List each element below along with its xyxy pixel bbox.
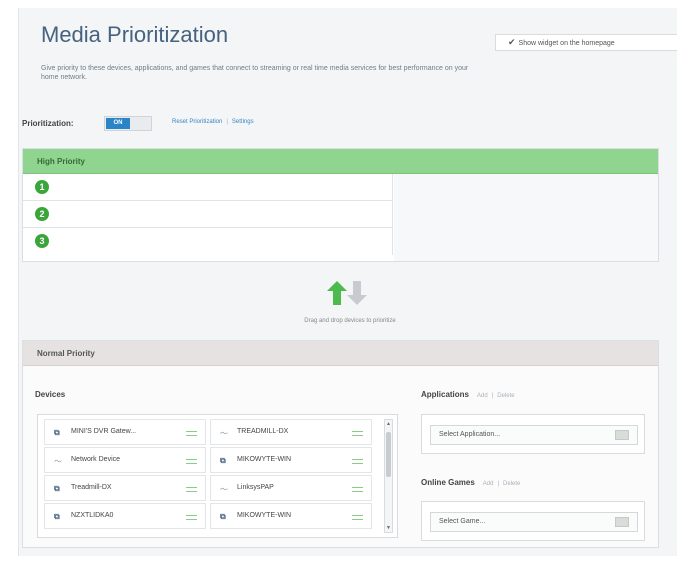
device-item[interactable]: 〜 Network Device <box>44 447 206 473</box>
drag-handle-icon[interactable] <box>352 487 363 492</box>
games-label-row: Online Games Add | Delete <box>421 478 520 487</box>
device-name: LinksysPAP <box>237 484 274 491</box>
page-description: Give priority to these devices, applicat… <box>41 65 469 81</box>
device-name: TREADMILL-DX <box>237 428 289 435</box>
applications-label: Applications <box>421 390 470 399</box>
applications-delete-link[interactable]: Delete <box>497 393 514 399</box>
link-separator: | <box>226 119 228 125</box>
show-widget-button[interactable]: ✔ Show widget on the homepage <box>495 34 677 51</box>
games-delete-link[interactable]: Delete <box>503 481 520 487</box>
games-add-link[interactable]: Add <box>483 481 494 487</box>
show-widget-label: Show widget on the homepage <box>518 40 615 47</box>
online-games-label: Online Games <box>421 478 475 487</box>
high-priority-slot-3[interactable]: 3 <box>23 228 393 255</box>
device-item[interactable]: ⧉ MIKOWYTE-WIN <box>210 503 372 529</box>
applications-box: Select Application... <box>421 414 645 454</box>
drag-handle-icon[interactable] <box>352 431 363 436</box>
select-application-dropdown[interactable]: Select Application... <box>430 425 638 445</box>
select-application-label: Select Application... <box>439 431 501 438</box>
wired-icon: ⧉ <box>220 512 226 521</box>
drag-handle-icon[interactable] <box>186 459 197 464</box>
high-priority-panel: High Priority 1 2 3 <box>22 148 659 262</box>
reset-prioritization-link[interactable]: Reset Prioritization <box>172 119 222 125</box>
dropdown-icon[interactable] <box>615 430 629 440</box>
slot-number-badge: 2 <box>35 207 49 221</box>
device-name: Network Device <box>71 456 121 463</box>
high-priority-header: High Priority <box>23 149 658 174</box>
wired-icon: ⧉ <box>54 512 60 521</box>
device-item[interactable]: ⧉ NZXTLIDKA0 <box>44 503 206 529</box>
devices-scrollbar[interactable]: ▲ ▼ <box>384 419 393 533</box>
drag-handle-icon[interactable] <box>352 515 363 520</box>
high-priority-slot-2[interactable]: 2 <box>23 201 393 228</box>
devices-label: Devices <box>35 390 66 399</box>
normal-priority-header: Normal Priority <box>23 341 658 366</box>
wired-icon: ⧉ <box>54 484 60 493</box>
device-item[interactable]: ⧉ Treadmill-DX <box>44 475 206 501</box>
device-item[interactable]: 〜 LinksysPAP <box>210 475 372 501</box>
device-item[interactable]: ⧉ MINI'S DVR Gatew... <box>44 419 206 445</box>
device-name: MIKOWYTE-WIN <box>237 456 292 463</box>
scroll-up-icon[interactable]: ▲ <box>385 421 392 427</box>
drag-handle-icon[interactable] <box>352 459 363 464</box>
device-name: MINI'S DVR Gatew... <box>71 428 137 435</box>
wired-icon: ⧉ <box>220 456 226 465</box>
scrollbar-thumb[interactable] <box>386 432 391 477</box>
devices-list: ⧉ MINI'S DVR Gatew... 〜 TREADMILL-DX 〜 N… <box>37 414 398 538</box>
device-name: MIKOWYTE-WIN <box>237 512 292 519</box>
drag-handle-icon[interactable] <box>186 487 197 492</box>
device-item[interactable]: 〜 TREADMILL-DX <box>210 419 372 445</box>
normal-priority-panel: Normal Priority Devices ⧉ MINI'S DVR Gat… <box>22 340 659 548</box>
checkmark-icon: ✔ <box>508 37 516 47</box>
link-separator: | <box>497 481 500 487</box>
slot-number-badge: 1 <box>35 180 49 194</box>
drag-arrows-icon <box>327 281 367 305</box>
drag-handle-icon[interactable] <box>186 431 197 436</box>
high-priority-empty-area <box>394 174 658 261</box>
prioritization-toggle[interactable]: ON <box>104 116 152 131</box>
toggle-on-label: ON <box>106 118 130 129</box>
applications-label-row: Applications Add | Delete <box>421 390 515 399</box>
applications-add-link[interactable]: Add <box>477 393 488 399</box>
wireless-icon: 〜 <box>220 485 228 494</box>
slot-number-badge: 3 <box>35 234 49 248</box>
select-game-label: Select Game... <box>439 518 486 525</box>
prioritization-label: Prioritization: <box>22 119 74 128</box>
wired-icon: ⧉ <box>54 428 60 437</box>
device-item[interactable]: ⧉ MIKOWYTE-WIN <box>210 447 372 473</box>
drag-hint-text: Drag and drop devices to prioritize <box>304 318 396 324</box>
high-priority-slot-1[interactable]: 1 <box>23 174 393 201</box>
settings-link[interactable]: Settings <box>232 119 254 125</box>
wireless-icon: 〜 <box>54 457 62 466</box>
drag-handle-icon[interactable] <box>186 515 197 520</box>
scroll-down-icon[interactable]: ▼ <box>385 525 392 531</box>
link-separator: | <box>491 393 494 399</box>
page-title: Media Prioritization <box>41 22 229 47</box>
select-game-dropdown[interactable]: Select Game... <box>430 512 638 532</box>
games-box: Select Game... <box>421 501 645 541</box>
device-name: Treadmill-DX <box>71 484 112 491</box>
prioritization-links: Reset Prioritization | Settings <box>172 119 254 125</box>
device-name: NZXTLIDKA0 <box>71 512 114 519</box>
wireless-icon: 〜 <box>220 429 228 438</box>
dropdown-icon[interactable] <box>615 517 629 527</box>
